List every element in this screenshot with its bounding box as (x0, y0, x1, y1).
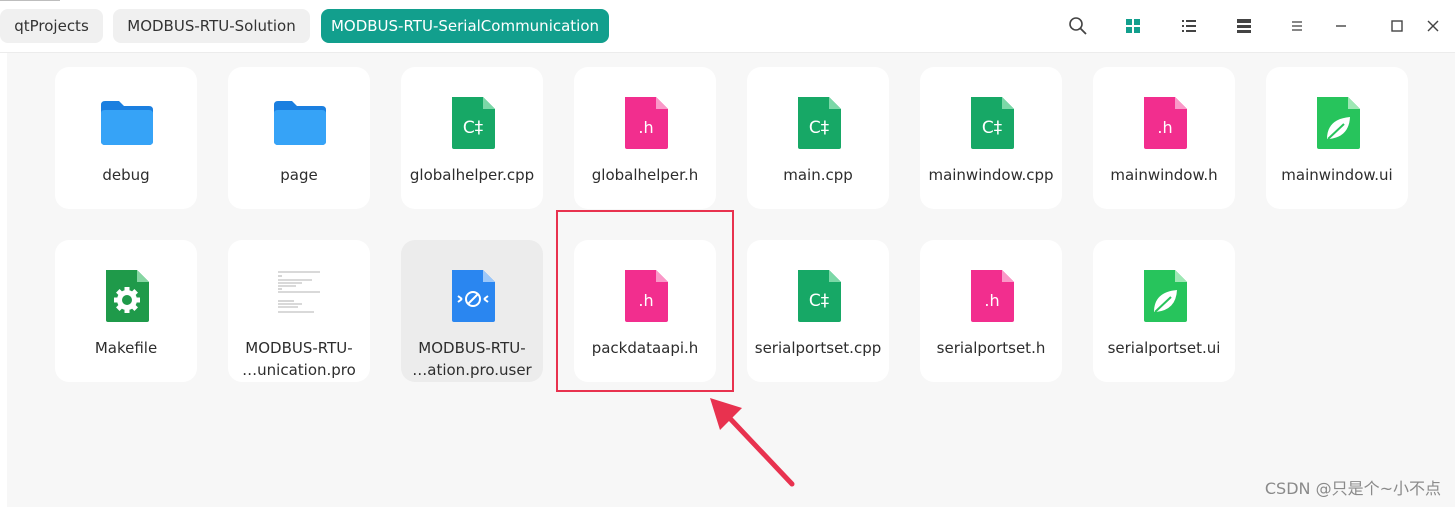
file-tile-mainwindow-cpp[interactable]: C‡ mainwindow.cpp (920, 67, 1062, 209)
xml-file-icon (445, 268, 501, 324)
file-tile-pro-user[interactable]: MODBUS-RTU- …ation.pro.user (401, 240, 543, 382)
file-name: debug (102, 166, 150, 184)
ui-file-leaf-icon (1137, 268, 1193, 324)
file-tile-mainwindow-h[interactable]: .h mainwindow.h (1093, 67, 1235, 209)
file-name: mainwindow.h (1110, 166, 1218, 184)
file-tile-debug[interactable]: debug (55, 67, 197, 209)
search-icon[interactable] (1065, 13, 1091, 39)
breadcrumb-modbus-rtu-serialcommunication[interactable]: MODBUS-RTU-SerialCommunication (321, 9, 609, 43)
svg-text:C‡: C‡ (982, 118, 1003, 138)
file-name: mainwindow.cpp (928, 166, 1054, 184)
file-tile-main-cpp[interactable]: C‡ main.cpp (747, 67, 889, 209)
window-border (0, 0, 60, 4)
file-name: globalhelper.cpp (409, 166, 535, 184)
close-icon[interactable] (1420, 13, 1446, 39)
file-name: MODBUS-RTU- …unication.pro (242, 339, 356, 379)
annotation-arrow-icon (700, 388, 810, 498)
file-tile-serialportset-cpp[interactable]: C‡ serialportset.cpp (747, 240, 889, 382)
file-name: Makefile (94, 339, 158, 357)
file-tile-globalhelper-cpp[interactable]: C‡ globalhelper.cpp (401, 67, 543, 209)
svg-text:.h: .h (1157, 118, 1172, 137)
minimize-icon[interactable] (1328, 13, 1354, 39)
file-name: serialportset.h (936, 339, 1046, 357)
window-edge (0, 0, 7, 507)
svg-text:.h: .h (638, 118, 653, 137)
folder-icon (272, 95, 328, 151)
file-name: serialportset.cpp (754, 339, 882, 357)
grid-view-icon[interactable] (1120, 13, 1146, 39)
breadcrumb-qtprojects[interactable]: qtProjects (0, 9, 103, 43)
breadcrumb-modbus-rtu-solution[interactable]: MODBUS-RTU-Solution (113, 9, 310, 43)
file-tile-globalhelper-h[interactable]: .h globalhelper.h (574, 67, 716, 209)
cpp-file-icon: C‡ (791, 95, 847, 151)
svg-text:.h: .h (984, 291, 999, 310)
file-name: main.cpp (783, 166, 853, 184)
cpp-file-icon: C‡ (445, 95, 501, 151)
file-tile-serialportset-h[interactable]: .h serialportset.h (920, 240, 1062, 382)
svg-text:C‡: C‡ (809, 118, 830, 138)
file-tile-pro[interactable]: MODBUS-RTU- …unication.pro (228, 240, 370, 382)
header-file-icon: .h (1137, 95, 1193, 151)
file-name: mainwindow.ui (1281, 166, 1393, 184)
cpp-file-icon: C‡ (964, 95, 1020, 151)
header-file-icon: .h (964, 268, 1020, 324)
annotation-highlight-box (556, 210, 734, 392)
list-view-icon[interactable] (1176, 13, 1202, 39)
menu-icon[interactable] (1284, 13, 1310, 39)
folder-icon (99, 95, 155, 151)
file-tile-page[interactable]: page (228, 67, 370, 209)
file-name: serialportset.ui (1107, 339, 1221, 357)
ui-file-leaf-icon (1310, 95, 1366, 151)
cpp-file-icon: C‡ (791, 268, 847, 324)
makefile-gear-icon (99, 268, 155, 324)
title-bar: qtProjects MODBUS-RTU-Solution MODBUS-RT… (0, 0, 1455, 53)
detail-view-icon[interactable] (1231, 13, 1257, 39)
svg-text:C‡: C‡ (463, 118, 484, 138)
file-tile-mainwindow-ui[interactable]: mainwindow.ui (1266, 67, 1408, 209)
svg-text:C‡: C‡ (809, 291, 830, 311)
file-tile-makefile[interactable]: Makefile (55, 240, 197, 382)
file-name: globalhelper.h (591, 166, 699, 184)
maximize-icon[interactable] (1384, 13, 1410, 39)
file-name: page (280, 166, 318, 184)
file-tile-serialportset-ui[interactable]: serialportset.ui (1093, 240, 1235, 382)
header-file-icon: .h (618, 95, 674, 151)
text-document-thumbnail-icon (272, 268, 328, 324)
watermark: CSDN @只是个~小不点 (1264, 479, 1441, 498)
file-name: MODBUS-RTU- …ation.pro.user (412, 339, 532, 379)
